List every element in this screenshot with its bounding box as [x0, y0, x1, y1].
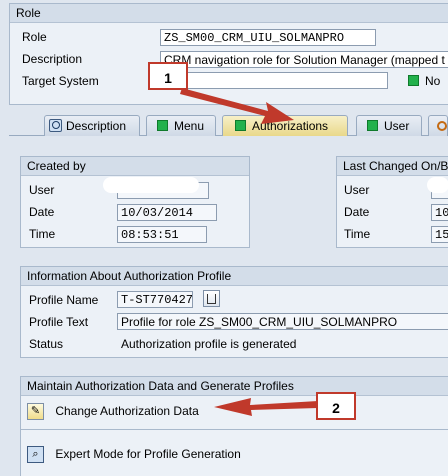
divider [21, 429, 448, 430]
role-label: Role [22, 30, 47, 44]
target-system-field[interactable] [160, 72, 388, 89]
change-authorization-data-button[interactable]: ✎ Change Authorization Data [27, 401, 199, 421]
created-time-label: Time [29, 227, 56, 241]
tab-authorizations-label: Authorizations [252, 119, 329, 133]
description-label: Description [22, 52, 83, 66]
tab-authorizations[interactable]: Authorizations [222, 115, 348, 136]
description-field[interactable]: CRM navigation role for Solution Manager… [160, 51, 448, 68]
change-authorization-data-label: Change Authorization Data [55, 404, 199, 418]
status-value: Authorization profile is generated [121, 337, 297, 351]
role-panel: Role Role ZS_SM00_CRM_UIU_SOLMANPRO Desc… [9, 3, 448, 105]
last-changed-panel: Last Changed On/B User Date 10 Time 15 [336, 156, 448, 248]
status-label: Status [29, 337, 64, 351]
no-label: No [425, 74, 441, 88]
changed-date-label: Date [344, 205, 370, 219]
callout-2: 2 [316, 392, 356, 420]
created-time-field: 08:53:51 [117, 226, 207, 243]
tab-description[interactable]: Description [44, 115, 140, 136]
tab-menu-label: Menu [174, 119, 205, 133]
created-by-panel: Created by User Date 10/03/2014 Time 08:… [20, 156, 250, 248]
role-field[interactable]: ZS_SM00_CRM_UIU_SOLMANPRO [160, 29, 376, 46]
trash-icon[interactable] [203, 290, 220, 307]
green-status-icon [367, 120, 378, 131]
profile-text-field: Profile for role ZS_SM00_CRM_UIU_SOLMANP… [117, 313, 448, 330]
tab-more[interactable] [428, 115, 448, 136]
last-changed-header: Last Changed On/B [337, 157, 448, 176]
tab-description-label: Description [66, 119, 127, 133]
no-status: No [408, 72, 440, 90]
expert-mode-button[interactable]: ⌕ Expert Mode for Profile Generation [27, 444, 241, 464]
profile-name-field: T-ST770427 [117, 291, 193, 308]
profile-text-label: Profile Text [29, 315, 89, 329]
personalization-icon [437, 121, 447, 131]
magnifier-icon [49, 119, 62, 132]
created-user-label: User [29, 183, 55, 197]
tab-menu[interactable]: Menu [146, 115, 216, 136]
tab-user-label: User [384, 119, 410, 133]
created-by-header: Created by [21, 157, 249, 176]
maintain-header: Maintain Authorization Data and Generate… [21, 377, 448, 396]
profile-name-label: Profile Name [29, 293, 99, 307]
changed-date-field: 10 [431, 204, 448, 221]
green-status-icon [235, 120, 246, 131]
changed-time-field: 15 [431, 226, 448, 243]
callout-1: 1 [148, 62, 188, 90]
role-panel-header: Role [10, 4, 448, 23]
redacted-user [103, 177, 199, 193]
changed-user-label: User [344, 183, 370, 197]
created-date-label: Date [29, 205, 55, 219]
tab-user[interactable]: User [356, 115, 422, 136]
redacted-user [427, 177, 448, 193]
changed-time-label: Time [344, 227, 371, 241]
pencil-icon: ✎ [27, 403, 44, 421]
maintain-panel: Maintain Authorization Data and Generate… [20, 376, 448, 476]
expert-mode-label: Expert Mode for Profile Generation [55, 447, 241, 461]
target-system-label: Target System [22, 74, 99, 88]
auth-profile-panel: Information About Authorization Profile … [20, 266, 448, 358]
auth-profile-header: Information About Authorization Profile [21, 267, 448, 286]
green-status-icon [157, 120, 168, 131]
expert-mode-icon: ⌕ [27, 446, 44, 464]
created-date-field: 10/03/2014 [117, 204, 217, 221]
green-status-icon [408, 75, 419, 86]
